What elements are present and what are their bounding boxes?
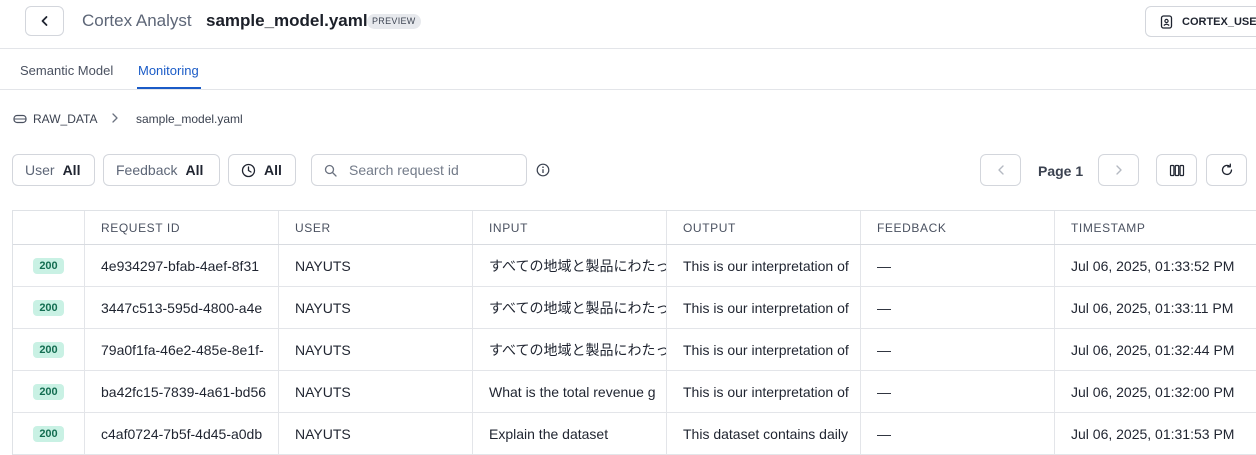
feedback-cell: —: [861, 245, 1055, 286]
timestamp-cell: Jul 06, 2025, 01:33:11 PM: [1071, 299, 1234, 316]
table-row[interactable]: 200 ba42fc15-7839-4a61-bd56 NAYUTS What …: [13, 371, 1256, 413]
column-header-feedback[interactable]: FEEDBACK: [861, 211, 1055, 244]
input-cell: What is the total revenue g: [473, 371, 667, 412]
columns-button[interactable]: [1156, 154, 1197, 186]
previous-page-button[interactable]: [980, 154, 1021, 186]
user-role-label: CORTEX_USER: [1182, 15, 1256, 28]
feedback-filter-label: Feedback: [116, 162, 178, 178]
status-badge: 200: [33, 341, 64, 358]
chevron-left-icon: [41, 16, 47, 26]
column-header-user[interactable]: USER: [279, 211, 473, 244]
column-header-output[interactable]: OUTPUT: [667, 211, 861, 244]
user-cell: NAYUTS: [279, 413, 473, 454]
feedback-cell: —: [861, 329, 1055, 370]
request-id-cell: 4e934297-bfab-4aef-8f31: [85, 245, 279, 286]
request-id-cell: 79a0f1fa-46e2-485e-8e1f-: [85, 329, 279, 370]
column-header-timestamp[interactable]: TIMESTAMP: [1055, 211, 1256, 244]
input-cell: すべての地域と製品にわたっ: [473, 245, 667, 286]
column-header-status: [13, 211, 85, 244]
output-cell: This is our interpretation of: [667, 245, 861, 286]
feedback-filter[interactable]: Feedback All: [103, 154, 220, 186]
timestamp-cell: Jul 06, 2025, 01:32:44 PM: [1071, 341, 1235, 358]
feedback-filter-value: All: [185, 162, 204, 178]
table-row[interactable]: 200 4e934297-bfab-4aef-8f31 NAYUTS すべての地…: [13, 245, 1256, 287]
refresh-icon: [1221, 163, 1232, 176]
status-badge: 200: [33, 257, 64, 274]
preview-badge: PREVIEW: [367, 14, 421, 29]
user-filter-label: User: [25, 162, 55, 178]
status-badge: 200: [33, 383, 64, 400]
timestamp-cell: Jul 06, 2025, 01:31:53 PM: [1071, 425, 1235, 442]
feedback-cell: —: [861, 287, 1055, 328]
refresh-button[interactable]: [1206, 154, 1247, 186]
id-badge-icon: [1160, 14, 1173, 29]
user-cell: NAYUTS: [279, 287, 473, 328]
request-id-cell: ba42fc15-7839-4a61-bd56: [85, 371, 279, 412]
user-cell: NAYUTS: [279, 245, 473, 286]
feedback-cell: —: [861, 371, 1055, 412]
search-icon: [324, 164, 337, 177]
page-indicator: Page 1: [1038, 163, 1084, 179]
clock-icon: [241, 163, 256, 177]
column-header-input[interactable]: INPUT: [473, 211, 667, 244]
info-icon[interactable]: [536, 163, 550, 177]
header-divider: [0, 48, 1256, 49]
user-cell: NAYUTS: [279, 329, 473, 370]
column-header-request-id[interactable]: REQUEST ID: [85, 211, 279, 244]
tab-monitoring[interactable]: Monitoring: [138, 63, 199, 78]
app-title: Cortex Analyst: [82, 11, 192, 30]
output-cell: This is our interpretation of: [667, 371, 861, 412]
breadcrumb-database-label: RAW_DATA: [33, 112, 98, 126]
user-role-button[interactable]: CORTEX_USER: [1145, 6, 1256, 37]
back-button[interactable]: [25, 6, 64, 36]
search-box[interactable]: [311, 154, 527, 186]
input-cell: すべての地域と製品にわたっ: [473, 287, 667, 328]
chevron-right-icon: [1115, 165, 1122, 175]
table-row[interactable]: 200 c4af0724-7b5f-4d45-a0db NAYUTS Expla…: [13, 413, 1256, 455]
requests-table: REQUEST ID USER INPUT OUTPUT FEEDBACK TI…: [12, 210, 1256, 455]
breadcrumb-file[interactable]: sample_model.yaml: [136, 112, 243, 126]
tab-semantic-model[interactable]: Semantic Model: [20, 63, 113, 78]
page-title: sample_model.yaml: [206, 11, 368, 30]
time-filter[interactable]: All: [228, 154, 296, 186]
request-id-cell: 3447c513-595d-4800-a4e: [85, 287, 279, 328]
search-input[interactable]: [347, 161, 511, 179]
next-page-button[interactable]: [1098, 154, 1139, 186]
table-row[interactable]: 200 79a0f1fa-46e2-485e-8e1f- NAYUTS すべての…: [13, 329, 1256, 371]
user-filter-value: All: [62, 162, 81, 178]
table-row[interactable]: 200 3447c513-595d-4800-a4e NAYUTS すべての地域…: [13, 287, 1256, 329]
user-filter[interactable]: User All: [12, 154, 95, 186]
status-badge: 200: [33, 299, 64, 316]
chevron-right-icon: [112, 113, 118, 123]
database-icon: [13, 114, 27, 124]
columns-icon: [1169, 164, 1184, 176]
output-cell: This dataset contains daily: [667, 413, 861, 454]
feedback-cell: —: [861, 413, 1055, 454]
breadcrumb-database[interactable]: RAW_DATA: [13, 112, 97, 126]
input-cell: すべての地域と製品にわたっ: [473, 329, 667, 370]
timestamp-cell: Jul 06, 2025, 01:32:00 PM: [1071, 383, 1235, 400]
input-cell: Explain the dataset: [473, 413, 667, 454]
tabs-divider: [0, 89, 1256, 90]
chevron-left-icon: [997, 165, 1004, 175]
output-cell: This is our interpretation of: [667, 329, 861, 370]
timestamp-cell: Jul 06, 2025, 01:33:52 PM: [1071, 257, 1235, 274]
status-badge: 200: [33, 425, 64, 442]
output-cell: This is our interpretation of: [667, 287, 861, 328]
time-filter-value: All: [264, 162, 282, 178]
table-header-row: REQUEST ID USER INPUT OUTPUT FEEDBACK TI…: [13, 211, 1256, 245]
request-id-cell: c4af0724-7b5f-4d45-a0db: [85, 413, 279, 454]
user-cell: NAYUTS: [279, 371, 473, 412]
